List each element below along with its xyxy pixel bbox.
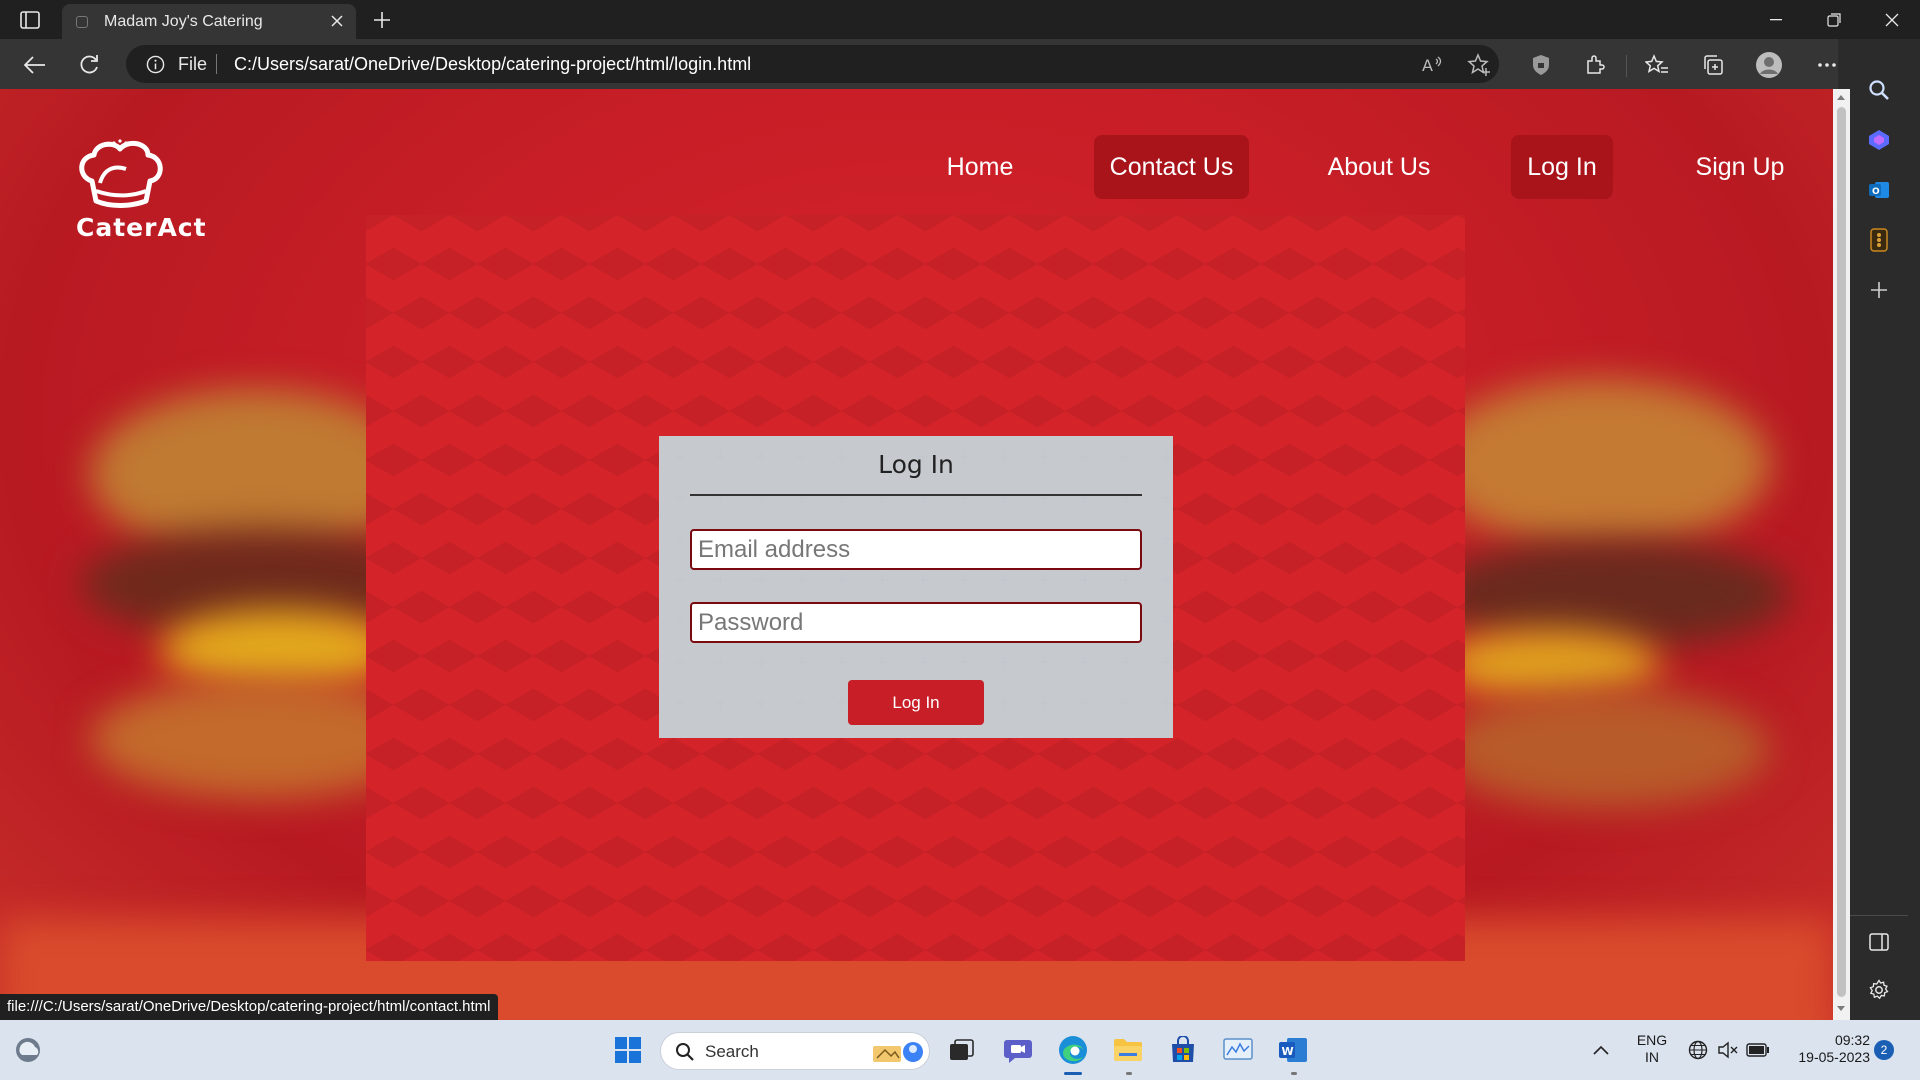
nav-log-in-label: Log In [1527, 152, 1597, 181]
svg-text:A: A [1422, 56, 1433, 75]
email-field[interactable] [690, 529, 1142, 570]
profile-avatar-icon[interactable] [1752, 48, 1786, 82]
active-app-indicator [1064, 1072, 1082, 1075]
file-scheme-label: File [178, 54, 208, 74]
extensions-icon[interactable] [1578, 48, 1612, 82]
browser-tab[interactable]: Madam Joy's Catering [62, 4, 356, 39]
sidebar-add-icon[interactable] [1862, 273, 1896, 307]
site-info-icon[interactable] [146, 55, 165, 74]
nav-home-label: Home [946, 152, 1014, 181]
login-card: Log In Log In [659, 436, 1173, 738]
address-separator [216, 54, 217, 74]
show-hidden-icons-icon[interactable] [1579, 1028, 1623, 1072]
page-viewport: CaterAct Home Contact Us About Us Log In… [0, 89, 1833, 1020]
language-line-2: IN [1645, 1049, 1659, 1065]
running-indicator [1126, 1072, 1132, 1075]
browser-sidebar: O [1838, 39, 1920, 1020]
back-icon[interactable] [18, 48, 52, 82]
cateract-logo[interactable]: CaterAct [74, 139, 206, 242]
clock[interactable]: 09:32 19-05-2023 [1780, 1032, 1870, 1066]
nav-about-us-label: About Us [1327, 152, 1431, 181]
language-indicator[interactable]: ENG IN [1632, 1032, 1672, 1066]
login-submit-button[interactable]: Log In [848, 680, 984, 725]
page-favicon-icon [76, 16, 88, 28]
sidebar-copilot-icon[interactable] [1862, 123, 1896, 157]
nav-contact-us[interactable]: Contact Us [1094, 135, 1249, 199]
search-icon [676, 1043, 694, 1061]
tab-actions-icon[interactable] [16, 8, 44, 32]
sidebar-divider [1850, 915, 1908, 916]
add-favorite-icon[interactable] [1462, 48, 1496, 82]
start-button-icon[interactable] [606, 1028, 650, 1072]
close-window-icon[interactable] [1864, 0, 1920, 39]
running-indicator-word [1291, 1072, 1297, 1075]
address-bar[interactable]: File C:/Users/sarat/OneDrive/Desktop/cat… [126, 45, 1499, 83]
email-input[interactable] [692, 531, 1140, 568]
page-scrollbar[interactable] [1833, 89, 1850, 1020]
nav-home[interactable]: Home [926, 135, 1034, 199]
browser-title-bar: Madam Joy's Catering [0, 0, 1920, 39]
task-view-icon[interactable] [940, 1028, 984, 1072]
burger-cheese-left [160, 609, 400, 689]
password-field[interactable] [690, 602, 1142, 643]
favorites-icon[interactable] [1640, 48, 1674, 82]
content-panel: Log In Log In [366, 215, 1465, 961]
burger-cheese-right [1440, 629, 1660, 699]
minimize-icon[interactable] [1748, 0, 1804, 39]
hide-sidebar-icon[interactable] [1862, 925, 1896, 959]
scrollbar-thumb[interactable] [1837, 107, 1846, 997]
language-line-1: ENG [1636, 1032, 1668, 1048]
read-aloud-icon[interactable]: A [1416, 48, 1450, 82]
word-icon[interactable]: W [1271, 1028, 1315, 1072]
search-highlight-icon [873, 1042, 923, 1062]
burger-bottom-right [1440, 689, 1770, 809]
svg-text:O: O [1872, 187, 1880, 197]
burger-bun-right [1430, 379, 1770, 549]
scroll-down-arrow-icon[interactable] [1837, 1006, 1845, 1011]
password-input[interactable] [692, 604, 1140, 641]
sidebar-settings-icon[interactable] [1862, 973, 1896, 1007]
new-tab-icon[interactable] [368, 6, 396, 34]
tab-title: Madam Joy's Catering [104, 13, 263, 30]
title-underline [690, 494, 1142, 496]
weather-widget-icon[interactable] [6, 1028, 50, 1072]
nav-sign-up-label: Sign Up [1695, 152, 1785, 181]
login-title: Log In [878, 450, 954, 479]
notification-badge[interactable]: 2 [1874, 1040, 1894, 1060]
nav-log-in[interactable]: Log In [1511, 135, 1613, 199]
edge-browser-icon[interactable] [1051, 1028, 1095, 1072]
teams-chat-icon[interactable] [996, 1028, 1040, 1072]
windows-taskbar: Search W ENG IN 09:32 19-05-2023 2 [0, 1020, 1920, 1080]
svg-text:W: W [1282, 1045, 1294, 1058]
nav-about-us[interactable]: About Us [1314, 135, 1444, 199]
sidebar-outlook-icon[interactable]: O [1862, 173, 1896, 207]
refresh-icon[interactable] [72, 48, 106, 82]
link-status-bar: file:///C:/Users/sarat/OneDrive/Desktop/… [0, 994, 498, 1020]
collections-icon[interactable] [1696, 48, 1730, 82]
login-submit-label: Log In [892, 692, 940, 712]
nav-sign-up[interactable]: Sign Up [1680, 135, 1800, 199]
microsoft-store-icon[interactable] [1161, 1028, 1205, 1072]
burger-patty-right [1430, 539, 1790, 649]
browser-toolbar: File C:/Users/sarat/OneDrive/Desktop/cat… [0, 39, 1920, 89]
tab-close-icon[interactable] [326, 10, 348, 32]
clock-date: 19-05-2023 [1798, 1049, 1870, 1065]
battery-icon[interactable] [1736, 1028, 1780, 1072]
file-explorer-icon[interactable] [1106, 1028, 1150, 1072]
toolbar-divider [1626, 55, 1627, 77]
nav-contact-us-label: Contact Us [1109, 152, 1234, 181]
logo-text: CaterAct [76, 213, 207, 242]
sidebar-games-icon[interactable] [1862, 223, 1896, 257]
url-text[interactable]: C:/Users/sarat/OneDrive/Desktop/catering… [234, 54, 751, 75]
scroll-up-arrow-icon[interactable] [1837, 95, 1845, 100]
chef-hat-icon [79, 139, 163, 208]
shield-icon[interactable] [1524, 48, 1558, 82]
taskbar-search[interactable]: Search [660, 1032, 930, 1070]
clock-time: 09:32 [1834, 1032, 1870, 1048]
monitor-app-icon[interactable] [1216, 1028, 1260, 1072]
restore-icon[interactable] [1806, 0, 1862, 39]
sidebar-search-icon[interactable] [1862, 73, 1896, 107]
taskbar-search-label: Search [705, 1042, 759, 1061]
